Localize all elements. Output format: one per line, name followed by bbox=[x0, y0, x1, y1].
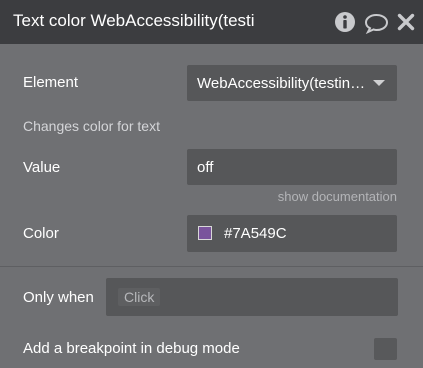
element-label: Element bbox=[23, 74, 79, 91]
comment-icon[interactable] bbox=[364, 12, 389, 34]
element-dropdown[interactable]: WebAccessibility(testing... bbox=[187, 65, 397, 101]
breakpoint-checkbox[interactable] bbox=[374, 338, 397, 360]
click-placeholder[interactable]: Click bbox=[118, 288, 161, 306]
color-hex-value: #7A549C bbox=[224, 225, 287, 242]
value-label: Value bbox=[23, 159, 61, 176]
only-when-condition-input[interactable]: Click bbox=[106, 278, 398, 316]
value-input[interactable]: off bbox=[187, 149, 397, 185]
show-documentation-link[interactable]: show documentation bbox=[278, 189, 397, 204]
element-dropdown-value: WebAccessibility(testing... bbox=[197, 75, 369, 92]
breakpoint-label: Add a breakpoint in debug mode bbox=[23, 340, 240, 357]
panel-header: Text color WebAccessibility(testi bbox=[0, 0, 423, 44]
action-description: Changes color for text bbox=[23, 118, 160, 134]
close-icon[interactable] bbox=[397, 13, 415, 31]
panel-title: Text color WebAccessibility(testi bbox=[13, 11, 255, 30]
chevron-down-icon bbox=[373, 80, 385, 86]
color-picker[interactable]: #7A549C bbox=[187, 215, 397, 252]
only-when-label: Only when bbox=[23, 289, 94, 306]
section-divider bbox=[0, 266, 423, 267]
info-icon[interactable] bbox=[334, 11, 356, 33]
color-swatch[interactable] bbox=[198, 226, 212, 240]
color-label: Color bbox=[23, 225, 59, 242]
